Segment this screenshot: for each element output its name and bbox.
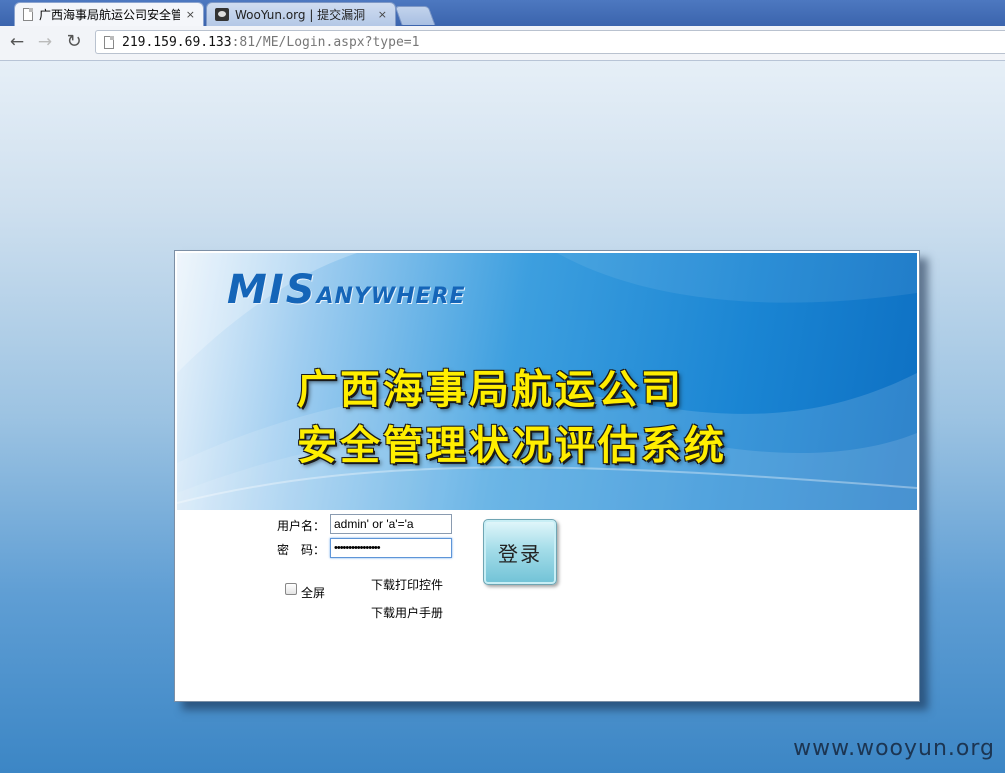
forward-arrow-icon[interactable]: → bbox=[34, 31, 56, 53]
back-arrow-icon[interactable]: ← bbox=[6, 31, 28, 53]
tab-wooyun[interactable]: WooYun.org | 提交漏洞 × bbox=[206, 2, 396, 26]
download-print-control-link[interactable]: 下载打印控件 bbox=[371, 576, 443, 593]
browser-toolbar: ← → ↻ 219.159.69.133:81/ME/Login.aspx?ty… bbox=[0, 26, 1005, 61]
mis-anywhere-logo: MISANYWHERE bbox=[227, 267, 466, 313]
username-input[interactable]: admin' or 'a'='a bbox=[330, 514, 452, 534]
new-tab-button[interactable] bbox=[394, 6, 436, 25]
close-tab-icon[interactable]: × bbox=[378, 8, 387, 21]
tab-login-page[interactable]: 广西海事局航运公司安全管理 × bbox=[14, 2, 204, 26]
password-input[interactable]: •••••••••••••••• bbox=[330, 538, 452, 558]
page-background: MISANYWHERE 广西海事局航运公司 安全管理状况评估系统 用户名： ad… bbox=[0, 61, 1005, 773]
logo-secondary: ANYWHERE bbox=[316, 284, 466, 309]
logo-primary: MIS bbox=[227, 267, 317, 313]
fullscreen-checkbox[interactable] bbox=[285, 583, 297, 595]
close-tab-icon[interactable]: × bbox=[186, 8, 195, 21]
url-path: :81/ME/Login.aspx?type=1 bbox=[231, 34, 420, 50]
wooyun-icon bbox=[215, 8, 229, 21]
login-button[interactable]: 登录 bbox=[483, 519, 557, 585]
tab-title: 广西海事局航运公司安全管理 bbox=[39, 8, 180, 22]
system-title-line2: 安全管理状况评估系统 bbox=[297, 423, 727, 469]
url-host: 219.159.69.133 bbox=[122, 34, 232, 50]
password-label: 密 码： bbox=[277, 543, 326, 557]
download-user-manual-link[interactable]: 下载用户手册 bbox=[371, 604, 443, 621]
system-title-line1: 广西海事局航运公司 bbox=[297, 367, 684, 413]
url-text: 219.159.69.133:81/ME/Login.aspx?type=1 bbox=[122, 35, 419, 50]
page-info-icon[interactable] bbox=[104, 35, 114, 49]
header-banner: MISANYWHERE 广西海事局航运公司 安全管理状况评估系统 bbox=[177, 253, 917, 510]
tab-title: WooYun.org | 提交漏洞 bbox=[235, 8, 366, 22]
login-panel: MISANYWHERE 广西海事局航运公司 安全管理状况评估系统 用户名： ad… bbox=[174, 250, 920, 702]
browser-tab-strip: 广西海事局航运公司安全管理 × WooYun.org | 提交漏洞 × bbox=[0, 0, 1005, 26]
wooyun-watermark: www.wooyun.org bbox=[793, 736, 995, 761]
document-icon bbox=[23, 8, 33, 21]
fullscreen-label: 全屏 bbox=[301, 586, 326, 600]
address-bar[interactable]: 219.159.69.133:81/ME/Login.aspx?type=1 bbox=[95, 30, 1005, 54]
username-label: 用户名： bbox=[277, 519, 326, 533]
reload-icon[interactable]: ↻ bbox=[63, 31, 85, 53]
